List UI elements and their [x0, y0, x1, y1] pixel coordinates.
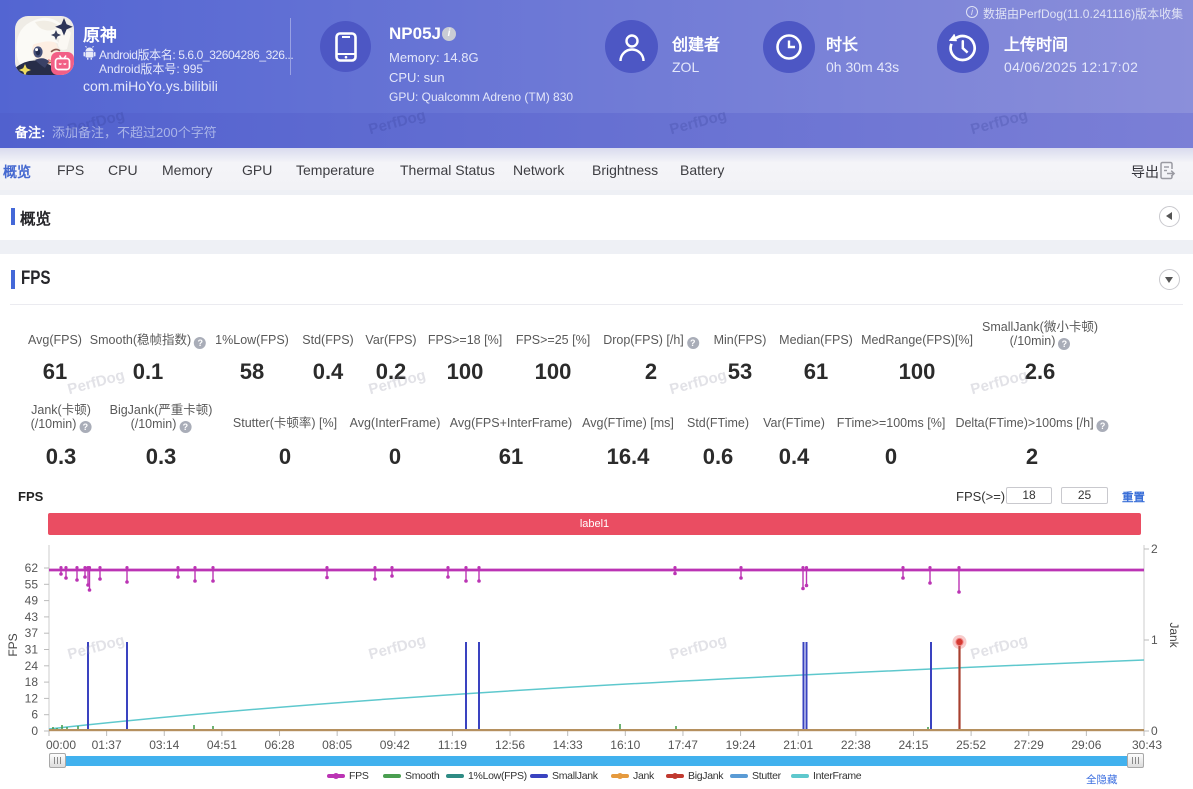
svg-text:12: 12 — [25, 691, 39, 705]
svg-text:22:38: 22:38 — [841, 738, 871, 752]
svg-text:Jank: Jank — [1167, 622, 1181, 648]
svg-text:01:37: 01:37 — [92, 738, 122, 752]
svg-text:25:52: 25:52 — [956, 738, 986, 752]
svg-text:24: 24 — [25, 659, 39, 673]
svg-text:62: 62 — [25, 561, 39, 575]
svg-text:19:24: 19:24 — [726, 738, 756, 752]
svg-text:17:47: 17:47 — [668, 738, 698, 752]
svg-text:6: 6 — [31, 708, 38, 722]
svg-text:2: 2 — [1151, 542, 1158, 556]
svg-text:55: 55 — [25, 577, 39, 591]
svg-text:FPS: FPS — [6, 633, 20, 656]
svg-text:09:42: 09:42 — [380, 738, 410, 752]
svg-text:21:01: 21:01 — [783, 738, 813, 752]
svg-text:04:51: 04:51 — [207, 738, 237, 752]
svg-text:12:56: 12:56 — [495, 738, 525, 752]
svg-text:37: 37 — [25, 626, 39, 640]
svg-text:24:15: 24:15 — [898, 738, 928, 752]
svg-text:27:29: 27:29 — [1014, 738, 1044, 752]
svg-text:29:06: 29:06 — [1071, 738, 1101, 752]
svg-text:1: 1 — [1151, 633, 1158, 647]
svg-text:0: 0 — [31, 724, 38, 738]
svg-text:08:05: 08:05 — [322, 738, 352, 752]
svg-text:06:28: 06:28 — [265, 738, 295, 752]
svg-text:03:14: 03:14 — [149, 738, 179, 752]
svg-text:0: 0 — [1151, 724, 1158, 738]
svg-text:18: 18 — [25, 675, 39, 689]
svg-text:00:00: 00:00 — [46, 738, 76, 752]
svg-text:30:43: 30:43 — [1132, 738, 1162, 752]
svg-text:14:33: 14:33 — [553, 738, 583, 752]
svg-text:43: 43 — [25, 610, 39, 624]
svg-text:49: 49 — [25, 594, 39, 608]
svg-text:11:19: 11:19 — [438, 738, 467, 752]
svg-text:16:10: 16:10 — [610, 738, 640, 752]
svg-text:31: 31 — [25, 643, 39, 657]
